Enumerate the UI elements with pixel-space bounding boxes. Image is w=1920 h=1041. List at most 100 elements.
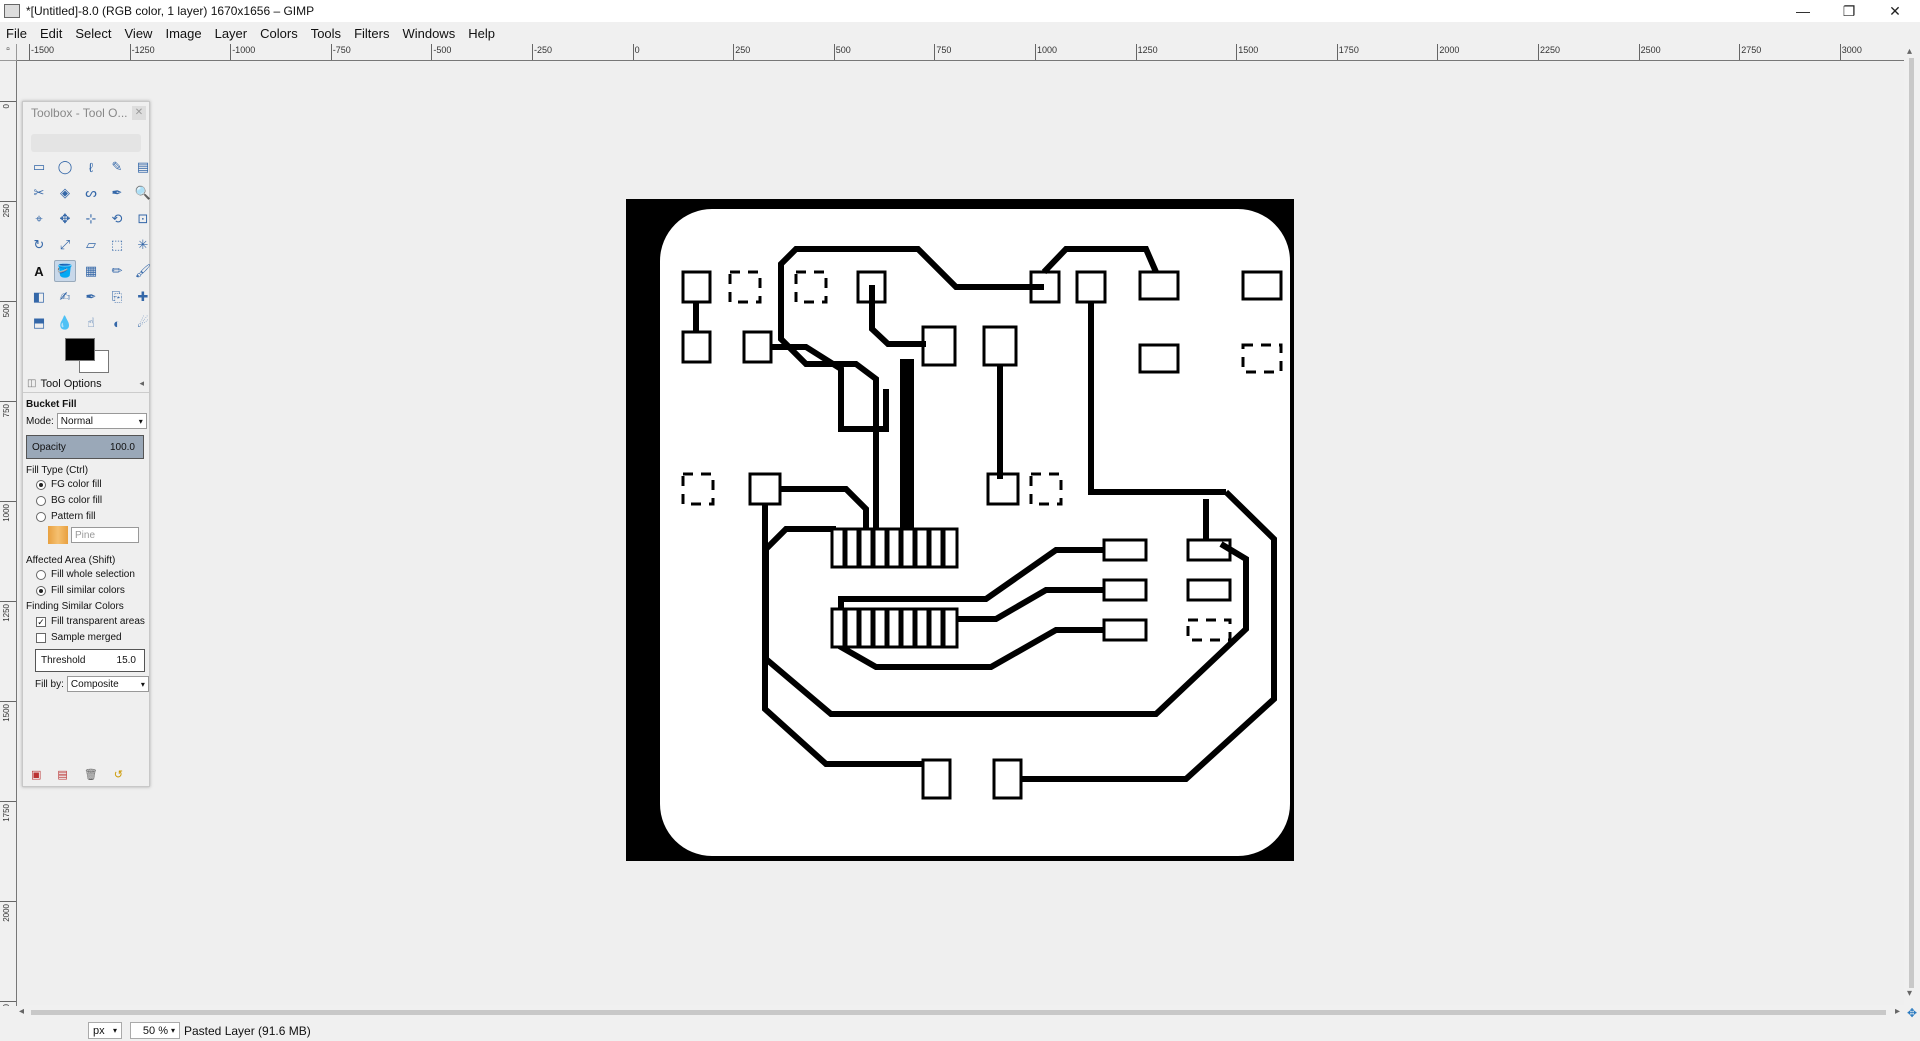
measure-tool-icon[interactable]: ⌖ (28, 208, 50, 230)
delete-options-icon[interactable]: 🗑 (84, 768, 98, 781)
ruler-tick (0, 201, 16, 202)
ruler-tick (934, 44, 936, 60)
ink-tool-icon[interactable]: ✒ (80, 286, 102, 308)
radio-fill-whole-selection[interactable]: Fill whole selection (26, 569, 135, 580)
save-options-icon[interactable]: ▣ (31, 768, 41, 781)
menu-layer[interactable]: Layer (215, 26, 248, 41)
foreground-color-swatch-front[interactable] (65, 338, 95, 361)
menu-file[interactable]: File (6, 26, 27, 41)
radio-indicator[interactable] (36, 585, 46, 596)
close-button[interactable]: ✕ (1872, 0, 1918, 22)
checkbox-indicator[interactable] (36, 632, 46, 643)
ruler-tick (1839, 44, 1841, 60)
scissors-select-tool-icon[interactable]: ✂ (28, 182, 50, 204)
pencil-tool-icon[interactable]: ✏ (106, 260, 128, 282)
rotate-tool-icon[interactable]: ↻ (28, 234, 50, 256)
checkbox-sample-merged[interactable]: Sample merged (26, 632, 122, 643)
shear-tool-icon[interactable]: ▱ (80, 234, 102, 256)
menu-image[interactable]: Image (165, 26, 201, 41)
restore-options-icon[interactable]: ▤ (57, 768, 67, 781)
airbrush-tool-icon[interactable]: ✍ (54, 286, 76, 308)
restore-button[interactable]: ❐ (1826, 0, 1872, 22)
tool-options-tab[interactable]: ◫ Tool Options ◂ (23, 375, 149, 393)
blur-tool-icon[interactable]: 💧 (54, 312, 76, 334)
pad (681, 270, 712, 304)
empty-pad (728, 270, 762, 304)
navigate-icon[interactable]: ✥ (1904, 1006, 1920, 1020)
transform-tool-icon[interactable]: ⟲ (106, 208, 128, 230)
rect-select-tool-icon[interactable]: ▭ (28, 156, 50, 178)
zoom-select[interactable]: 50 % ▾ (130, 1022, 180, 1039)
move-tool-icon[interactable]: ✥ (54, 208, 76, 230)
ellipse-select-tool-icon[interactable]: ◯ (54, 156, 76, 178)
menu-edit[interactable]: Edit (40, 26, 62, 41)
unit-select[interactable]: px ▾ (88, 1022, 122, 1039)
fill-by-select[interactable]: Composite ▾ (66, 676, 149, 692)
pattern-preview[interactable] (48, 526, 68, 544)
vertical-ruler[interactable]: 0 250 500 750 1000 1250 1500 1750 2000 2250 (0, 61, 17, 1006)
eraser-tool-icon[interactable]: ◧ (28, 286, 50, 308)
crop-tool-icon[interactable]: ⊡ (132, 208, 154, 230)
vertical-scrollbar[interactable]: ▴ ▾ (1904, 44, 1920, 1006)
minimize-button[interactable]: — (1780, 0, 1826, 22)
pad (1102, 578, 1148, 602)
ruler-label: 1500 (1238, 45, 1259, 55)
quick-mask-corner[interactable]: ▫ (0, 44, 17, 61)
radio-indicator[interactable] (36, 511, 46, 522)
smudge-tool-icon[interactable]: ☝ (80, 312, 102, 334)
tab-menu-icon[interactable]: ◂ (139, 378, 144, 389)
trace (1088, 302, 1226, 495)
horizontal-scrollbar[interactable]: ◂ ▸ (17, 1006, 1904, 1020)
toolbox-close-button[interactable]: ✕ (132, 106, 146, 120)
heal-tool-icon[interactable]: ✚ (132, 286, 154, 308)
fuzzy-select-tool-icon[interactable]: ✎ (106, 156, 128, 178)
radio-pattern-fill[interactable]: Pattern fill (26, 511, 95, 522)
bucket-fill-tool-icon[interactable]: 🪣 (54, 260, 76, 282)
color-picker-tool-icon[interactable]: ✒ (106, 182, 128, 204)
warp-tool-icon[interactable]: ☄ (132, 312, 154, 334)
foreground-select-tool-icon[interactable]: ◈ (54, 182, 76, 204)
menu-view[interactable]: View (125, 26, 153, 41)
reset-options-icon[interactable]: ↺ (114, 768, 123, 781)
radio-fill-similar-colors[interactable]: Fill similar colors (26, 585, 125, 596)
free-select-tool-icon[interactable]: ℓ (80, 156, 102, 178)
unified-transform-tool-icon[interactable]: ✳ (132, 234, 154, 256)
image-canvas[interactable] (626, 199, 1294, 861)
scale-tool-icon[interactable]: ⤢ (54, 234, 76, 256)
ruler-label: 750 (936, 45, 952, 55)
dodge-burn-tool-icon[interactable]: ◐ (106, 312, 128, 334)
paths-tool-icon[interactable]: ᔕ (80, 182, 102, 204)
clone-tool-icon[interactable]: ⎘ (106, 286, 128, 308)
radio-indicator[interactable] (36, 569, 46, 580)
menu-tools[interactable]: Tools (311, 26, 341, 41)
radio-bg-color-fill[interactable]: BG color fill (26, 495, 102, 506)
paintbrush-tool-icon[interactable]: 🖌 (132, 260, 154, 282)
menu-help[interactable]: Help (468, 26, 495, 41)
mode-select[interactable]: Normal ▾ (56, 413, 147, 429)
radio-fg-color-fill[interactable]: FG color fill (26, 479, 102, 490)
perspective-tool-icon[interactable]: ⬚ (106, 234, 128, 256)
blend-tool-icon[interactable]: ▦ (80, 260, 102, 282)
text-tool-icon[interactable]: A (28, 260, 50, 282)
menu-windows[interactable]: Windows (402, 26, 455, 41)
image-canvas-area[interactable] (18, 62, 1904, 1005)
radio-indicator[interactable] (36, 495, 46, 506)
checkbox-fill-transparent[interactable]: ✓ Fill transparent areas (26, 616, 145, 627)
menu-select[interactable]: Select (75, 26, 111, 41)
gimp-app-icon[interactable] (4, 4, 20, 18)
horizontal-ruler[interactable]: -1500 -1250 -1000 -750 -500 -250 0 250 500 750 100… (17, 44, 1904, 61)
menu-filters[interactable]: Filters (354, 26, 389, 41)
fill-by-row: Fill by: Composite ▾ (35, 676, 149, 692)
threshold-slider[interactable]: Threshold 15.0 (35, 649, 145, 672)
pattern-name-field[interactable]: Pine (71, 527, 139, 543)
checkbox-indicator[interactable]: ✓ (36, 616, 46, 627)
zoom-tool-icon[interactable]: 🔍 (132, 182, 154, 204)
align-tool-icon[interactable]: ⊹ (80, 208, 102, 230)
by-color-select-tool-icon[interactable]: ▤ (132, 156, 154, 178)
menu-colors[interactable]: Colors (260, 26, 298, 41)
thick-trace (900, 359, 914, 529)
perspective-clone-tool-icon[interactable]: ⬒ (28, 312, 50, 334)
radio-label: BG color fill (51, 495, 103, 506)
opacity-slider[interactable]: Opacity 100.0 (26, 435, 144, 459)
radio-indicator[interactable] (36, 479, 46, 490)
